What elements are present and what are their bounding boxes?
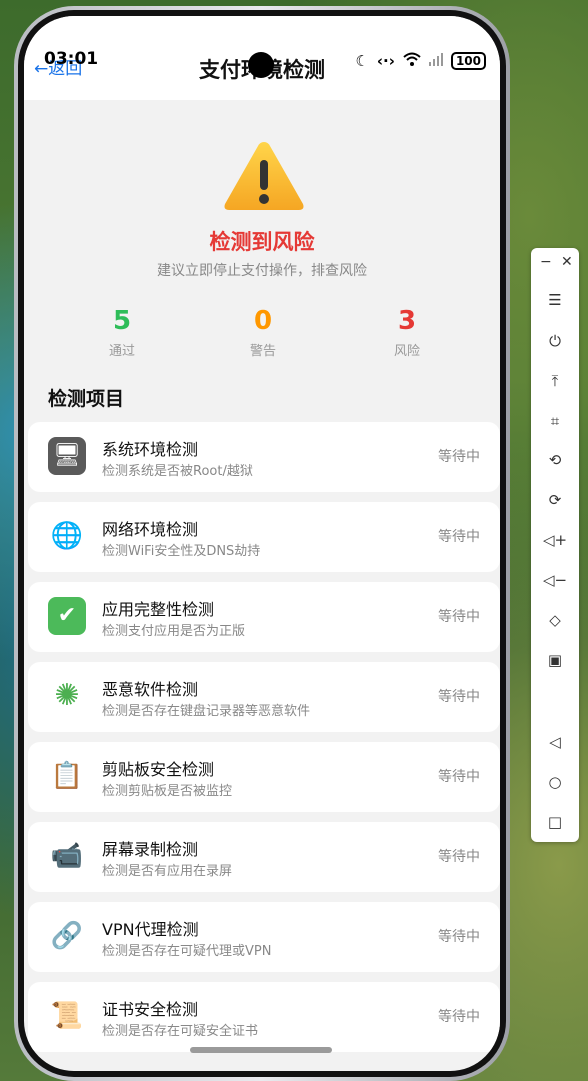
upload-icon[interactable]: ⤒: [531, 369, 579, 393]
check-item-system[interactable]: 🖥 系统环境检测 检测系统是否被Root/越狱 等待中: [28, 422, 500, 492]
nav-back-icon[interactable]: ◁: [531, 730, 579, 754]
stat-risk: 3 风险: [367, 306, 447, 359]
item-status: 等待中: [438, 849, 480, 865]
item-desc: 检测是否有应用在录屏: [102, 864, 233, 879]
clipboard-icon: 📋: [50, 761, 84, 791]
item-desc: 检测是否存在键盘记录器等恶意软件: [102, 704, 311, 719]
item-name: 剪贴板安全检测: [102, 760, 215, 779]
minimize-icon[interactable]: −: [540, 254, 552, 270]
stat-warning: 0 警告: [223, 306, 303, 359]
check-item-screen-record[interactable]: 📹 屏幕录制检测 检测是否有应用在录屏 等待中: [28, 822, 500, 892]
home-indicator[interactable]: [190, 1047, 332, 1053]
item-name: 应用完整性检测: [102, 600, 215, 619]
item-desc: 检测是否存在可疑安全证书: [102, 1024, 259, 1039]
moon-icon: ☾: [355, 52, 369, 70]
item-status: 等待中: [438, 529, 480, 545]
item-name: 网络环境检测: [102, 520, 199, 539]
check-icon: ✔: [48, 597, 86, 635]
front-camera: [248, 52, 274, 78]
item-name: 恶意软件检测: [102, 680, 199, 699]
signal-icon: [428, 52, 443, 70]
link-icon: 🔗: [50, 921, 84, 951]
item-name: VPN代理检测: [102, 920, 199, 939]
video-camera-icon: 📹: [50, 841, 84, 871]
item-status: 等待中: [438, 689, 480, 705]
phone-frame: ←返回 03:01 支付环境检测 ☾ ‹·› 100: [14, 6, 510, 1081]
rotate-right-icon[interactable]: ⟳: [531, 488, 579, 512]
item-desc: 检测系统是否被Root/越狱: [102, 464, 253, 479]
item-name: 证书安全检测: [102, 1000, 199, 1019]
result-title: 检测到风险: [209, 230, 315, 254]
nav-home-icon[interactable]: ○: [531, 770, 579, 794]
stat-warning-label: 警告: [249, 344, 276, 359]
section-title: 检测项目: [48, 388, 125, 410]
item-name: 系统环境检测: [102, 440, 199, 459]
stat-warning-value: 0: [253, 306, 273, 336]
item-status: 等待中: [438, 929, 480, 945]
item-status: 等待中: [438, 1009, 480, 1025]
item-desc: 检测WiFi安全性及DNS劫持: [102, 544, 261, 559]
warning-icon: [224, 142, 304, 210]
stat-risk-label: 风险: [393, 344, 420, 359]
check-item-app-integrity[interactable]: ✔ 应用完整性检测 检测支付应用是否为正版 等待中: [28, 582, 500, 652]
item-status: 等待中: [438, 609, 480, 625]
item-status: 等待中: [438, 769, 480, 785]
check-item-clipboard[interactable]: 📋 剪贴板安全检测 检测剪贴板是否被监控 等待中: [28, 742, 500, 812]
item-desc: 检测支付应用是否为正版: [102, 624, 246, 639]
power-icon[interactable]: ⏻: [531, 329, 579, 353]
nav-recents-icon[interactable]: □: [531, 810, 579, 834]
screenshot-icon[interactable]: ▣: [531, 648, 579, 672]
item-name: 屏幕录制检测: [102, 840, 199, 859]
check-item-certificate[interactable]: 📜 证书安全检测 检测是否存在可疑安全证书 等待中: [28, 982, 500, 1052]
stats-row: 5 通过 0 警告 3 风险: [24, 306, 500, 366]
globe-icon: 🌐: [50, 521, 84, 551]
result-subtitle: 建议立即停止支付操作，排查风险: [157, 263, 367, 279]
check-item-vpn[interactable]: 🔗 VPN代理检测 检测是否存在可疑代理或VPN 等待中: [28, 902, 500, 972]
menu-icon[interactable]: ☰: [531, 288, 579, 312]
wifi-icon: [403, 52, 421, 70]
volume-up-icon[interactable]: ◁+: [531, 528, 579, 552]
phone-bezel: ←返回 03:01 支付环境检测 ☾ ‹·› 100: [18, 10, 506, 1077]
app-header: ←返回 03:01 支付环境检测 ☾ ‹·› 100: [24, 16, 500, 100]
status-icons: ☾ ‹·› 100: [355, 52, 486, 70]
volume-down-icon[interactable]: ◁−: [531, 568, 579, 592]
stat-pass-label: 通过: [108, 344, 135, 359]
phone-screen: ←返回 03:01 支付环境检测 ☾ ‹·› 100: [24, 16, 500, 1071]
monitor-icon: 🖥: [48, 437, 86, 475]
shake-icon[interactable]: ◇: [531, 608, 579, 632]
item-desc: 检测是否存在可疑代理或VPN: [102, 944, 272, 959]
stat-risk-value: 3: [397, 306, 417, 336]
check-item-network[interactable]: 🌐 网络环境检测 检测WiFi安全性及DNS劫持 等待中: [28, 502, 500, 572]
item-status: 等待中: [438, 449, 480, 465]
virus-icon: ✺: [54, 678, 80, 713]
battery-indicator: 100: [450, 52, 486, 70]
stat-pass: 5 通过: [82, 306, 162, 359]
crop-icon[interactable]: ⌗: [531, 409, 579, 433]
close-icon[interactable]: ✕: [561, 254, 573, 270]
scroll-icon: 📜: [50, 1001, 84, 1031]
emulator-toolbar: − ✕ ☰ ⏻ ⤒ ⌗ ⟲ ⟳ ◁+ ◁− ◇ ▣ ◁ ○ □: [531, 248, 579, 842]
data-transfer-icon: ‹·›: [376, 52, 395, 70]
stat-pass-value: 5: [112, 306, 132, 336]
rotate-left-icon[interactable]: ⟲: [531, 448, 579, 472]
item-desc: 检测剪贴板是否被监控: [102, 784, 233, 799]
check-item-malware[interactable]: ✺ 恶意软件检测 检测是否存在键盘记录器等恶意软件 等待中: [28, 662, 500, 732]
